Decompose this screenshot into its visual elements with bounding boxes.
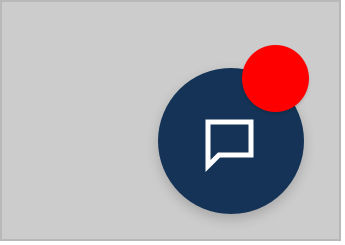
notification-badge[interactable]: [242, 45, 309, 112]
chat-bubble-icon: [205, 119, 254, 173]
